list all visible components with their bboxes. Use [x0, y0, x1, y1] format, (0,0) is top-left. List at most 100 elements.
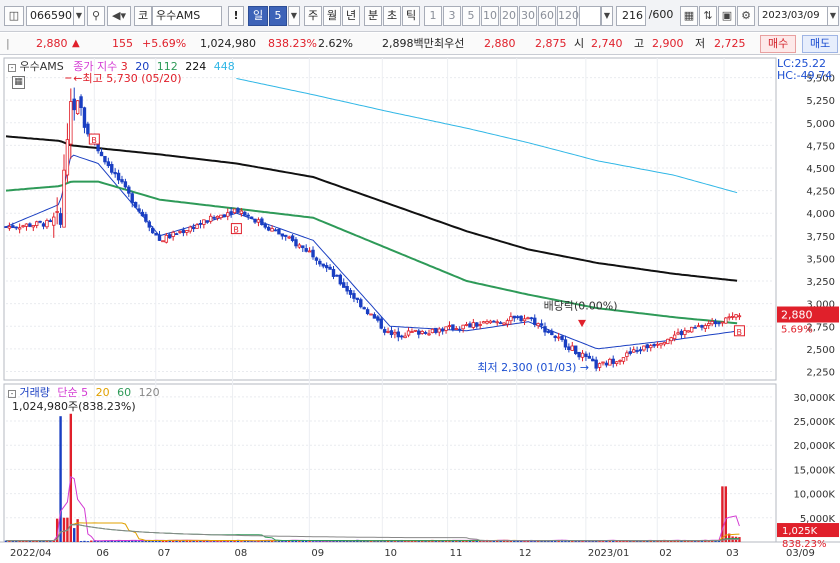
period-dropdown-icon[interactable]: ▼: [288, 6, 300, 26]
candle-body: [724, 317, 728, 324]
candle-body: [133, 201, 138, 208]
date-tick-label: 2023/01: [588, 548, 630, 559]
volume-bar: [73, 528, 76, 542]
period-week-button[interactable]: 주: [304, 6, 322, 26]
interval-30-button[interactable]: 30: [519, 6, 537, 26]
data-count-input[interactable]: 216: [616, 6, 646, 26]
candle-body: [430, 328, 435, 334]
candle-body: [294, 239, 298, 247]
interval-3-button[interactable]: 3: [443, 6, 461, 26]
search-icon[interactable]: ⚲: [87, 6, 105, 26]
candle-body: [324, 265, 329, 269]
candle-body: [584, 353, 588, 357]
candle-body: [563, 339, 568, 348]
alert-button[interactable]: !: [228, 6, 244, 26]
volume-tick-label: 25,000K: [793, 417, 835, 428]
high-label: 고: [634, 37, 645, 50]
period-num-select[interactable]: 5: [269, 6, 287, 26]
candle-body: [505, 320, 510, 325]
sell-button[interactable]: 매도: [802, 35, 839, 53]
price-change-pct: +5.69%: [142, 37, 187, 50]
candle-body: [502, 322, 506, 325]
candle-body: [82, 107, 87, 128]
candle-body: [686, 330, 690, 333]
chart-toolbar: ◫ 066590 ▼ ⚲ ◀▾ 코 우수AMS ! 일 5 ▼ 주 월 년 분 …: [0, 0, 840, 32]
ex-dividend-note: 배당락(0.00%): [544, 300, 618, 313]
candle-body: [110, 164, 114, 173]
candle-body: [362, 307, 366, 310]
candle-body: [198, 223, 203, 225]
stock-code-input[interactable]: 066590: [26, 6, 74, 26]
candle-body: [154, 232, 158, 236]
volume-tick-label: 20,000K: [793, 441, 835, 452]
candle-body: [631, 349, 636, 353]
candle-body: [693, 326, 697, 329]
interval-custom-input[interactable]: [579, 6, 601, 26]
candle-body: [679, 330, 684, 336]
market-label: 코: [134, 6, 152, 26]
candle-body: [495, 321, 499, 324]
interval-dropdown-icon[interactable]: ▼: [601, 6, 613, 26]
candle-body: [543, 326, 547, 333]
price-tick-label: 4,000: [806, 209, 835, 220]
speaker-icon[interactable]: ◀▾: [107, 6, 131, 26]
data-count-total: /600: [648, 8, 674, 21]
candle-body: [376, 316, 380, 321]
candle-body: [253, 218, 257, 223]
up-arrow-icon: ▲: [72, 38, 80, 49]
candle-body: [335, 274, 339, 277]
stock-name-field[interactable]: 우수AMS: [152, 6, 222, 26]
dropdown-chevron-icon[interactable]: ▼: [73, 6, 85, 26]
interval-20-button[interactable]: 20: [500, 6, 518, 26]
candle-body: [587, 355, 592, 359]
candle-body: [382, 329, 387, 333]
buy-button[interactable]: 매수: [760, 35, 797, 53]
collapse-icon[interactable]: -: [8, 64, 16, 72]
layout-icon[interactable]: ◫: [4, 6, 24, 26]
date-input[interactable]: 2023/03/09: [758, 6, 828, 26]
period-tick-button[interactable]: 틱: [402, 6, 420, 26]
interval-1-button[interactable]: 1: [424, 6, 442, 26]
ma-3-label: 3: [120, 60, 128, 73]
period-day-button[interactable]: 일: [248, 6, 268, 26]
interval-10-button[interactable]: 10: [481, 6, 499, 26]
period-month-button[interactable]: 월: [323, 6, 341, 26]
save-icon[interactable]: ▣: [718, 6, 736, 26]
candle-body: [28, 223, 32, 227]
trade-amount: 2,898백만: [382, 37, 434, 50]
candle-body: [171, 231, 175, 237]
grid-settings-icon[interactable]: ▦: [680, 6, 698, 26]
volume-bar: [707, 541, 710, 542]
period-minute-button[interactable]: 분: [364, 6, 382, 26]
candle-body: [273, 229, 278, 232]
interval-5-button[interactable]: 5: [462, 6, 480, 26]
chart-area[interactable]: 5,500 5,250 5,000 4,750 4,500 4,250 4,000 3,750…: [0, 56, 840, 563]
volume-bar: [274, 541, 277, 542]
candle-body: [311, 249, 315, 258]
candle-body: [689, 326, 694, 333]
candle-body: [649, 345, 653, 349]
price-volume-chart[interactable]: 5,5005,2505,0004,7504,5004,2504,0003,750…: [0, 56, 840, 563]
gear-icon[interactable]: ⚙: [737, 6, 755, 26]
candle-body: [614, 361, 619, 365]
candle-body: [573, 345, 578, 354]
volume-bar: [86, 541, 90, 542]
interval-60-button[interactable]: 60: [538, 6, 556, 26]
interval-120-button[interactable]: 120: [557, 6, 579, 26]
volume-bar: [588, 541, 591, 542]
price-tick-label: 4,250: [806, 187, 835, 198]
compare-icon[interactable]: ⇅: [699, 6, 717, 26]
period-second-button[interactable]: 초: [383, 6, 401, 26]
close-index-label: 종가 지수: [73, 60, 118, 73]
candle-body: [611, 358, 615, 364]
candle-body: [591, 358, 595, 362]
candle-body: [393, 331, 397, 335]
period-year-button[interactable]: 년: [342, 6, 360, 26]
chart-settings-icon[interactable]: ▦: [12, 76, 25, 89]
candle-body: [734, 314, 738, 318]
collapse-icon[interactable]: -: [8, 390, 16, 398]
candle-body: [348, 290, 353, 295]
candle-body: [140, 211, 145, 217]
calendar-dropdown-icon[interactable]: ▼: [827, 6, 839, 26]
candle-body: [14, 226, 18, 229]
